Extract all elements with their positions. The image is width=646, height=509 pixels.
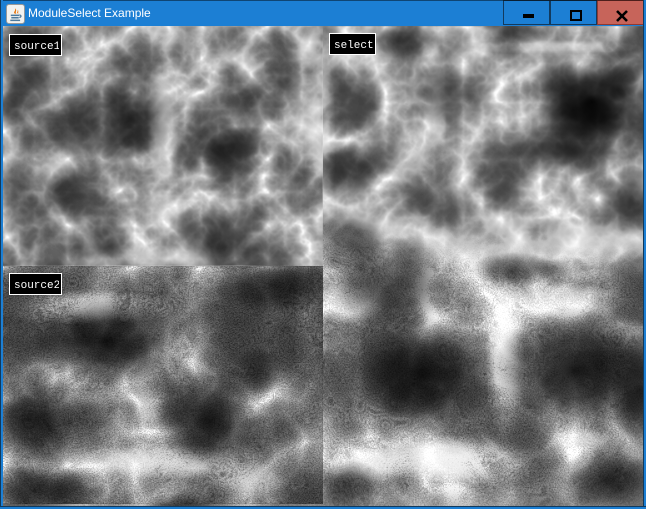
svg-text:source2: source2: [14, 280, 59, 292]
svg-text:select: select: [334, 40, 373, 52]
svg-text:source1: source1: [14, 41, 59, 53]
